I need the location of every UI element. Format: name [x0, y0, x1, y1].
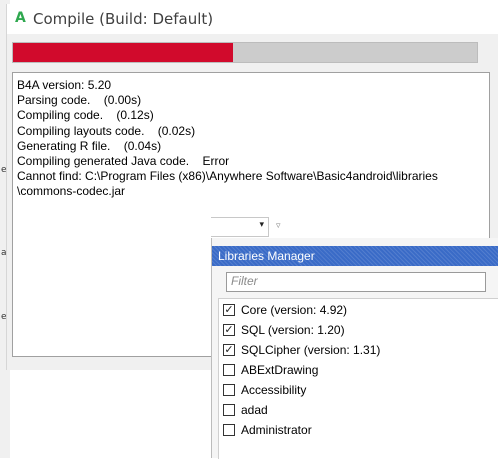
b4a-app-icon: A	[15, 10, 26, 26]
library-label: adad	[241, 403, 268, 417]
library-label: Accessibility	[241, 383, 307, 397]
module-dropdown[interactable]: ▾	[211, 217, 269, 237]
log-line: B4A version: 5.20	[17, 78, 112, 92]
libraries-manager-header[interactable]: Libraries Manager	[212, 246, 498, 266]
progress-fill	[13, 43, 234, 62]
compile-progress-bar	[12, 42, 478, 63]
library-checkbox[interactable]: ✓	[223, 324, 235, 336]
window-title: Compile (Build: Default)	[33, 10, 214, 28]
log-line: \commons-codec.jar	[17, 184, 126, 199]
chevron-down-icon[interactable]: ▾	[259, 220, 264, 230]
title-bar[interactable]: A Compile (Build: Default)	[7, 4, 498, 34]
library-label: ABExtDrawing	[241, 363, 319, 377]
library-label: Core (version: 4.92)	[241, 303, 348, 317]
filter-placeholder: Filter	[231, 274, 258, 288]
library-checkbox[interactable]	[223, 384, 235, 396]
log-line: Cannot find: C:\Program Files (x86)\Anyw…	[17, 169, 438, 184]
libraries-manager-title: Libraries Manager	[218, 249, 315, 263]
library-checkbox[interactable]	[223, 424, 235, 436]
log-line: Compiling code. (0.12s)	[17, 108, 154, 123]
pin-icon[interactable]: ▿	[276, 221, 281, 231]
library-checkbox[interactable]: ✓	[223, 304, 235, 316]
library-checkbox[interactable]	[223, 364, 235, 376]
libraries-manager-panel: Libraries Manager Filter ✓ Core (version:…	[211, 238, 498, 459]
library-label: SQLCipher (version: 1.31)	[241, 343, 381, 357]
log-line: Parsing code. (0.00s)	[17, 93, 142, 108]
libraries-list: ✓ Core (version: 4.92) ✓ SQL (version: 1.20…	[218, 298, 498, 459]
log-line: Generating R file. (0.04s)	[17, 138, 162, 153]
log-line: Compiling layouts code. (0.02s)	[17, 123, 196, 138]
library-checkbox[interactable]	[223, 404, 235, 416]
library-label: Administrator	[241, 423, 312, 437]
library-checkbox[interactable]: ✓	[223, 344, 235, 356]
log-line: Compiling generated Java code. Error	[17, 154, 230, 169]
library-label: SQL (version: 1.20)	[241, 323, 345, 337]
filter-input[interactable]: Filter	[226, 272, 486, 292]
